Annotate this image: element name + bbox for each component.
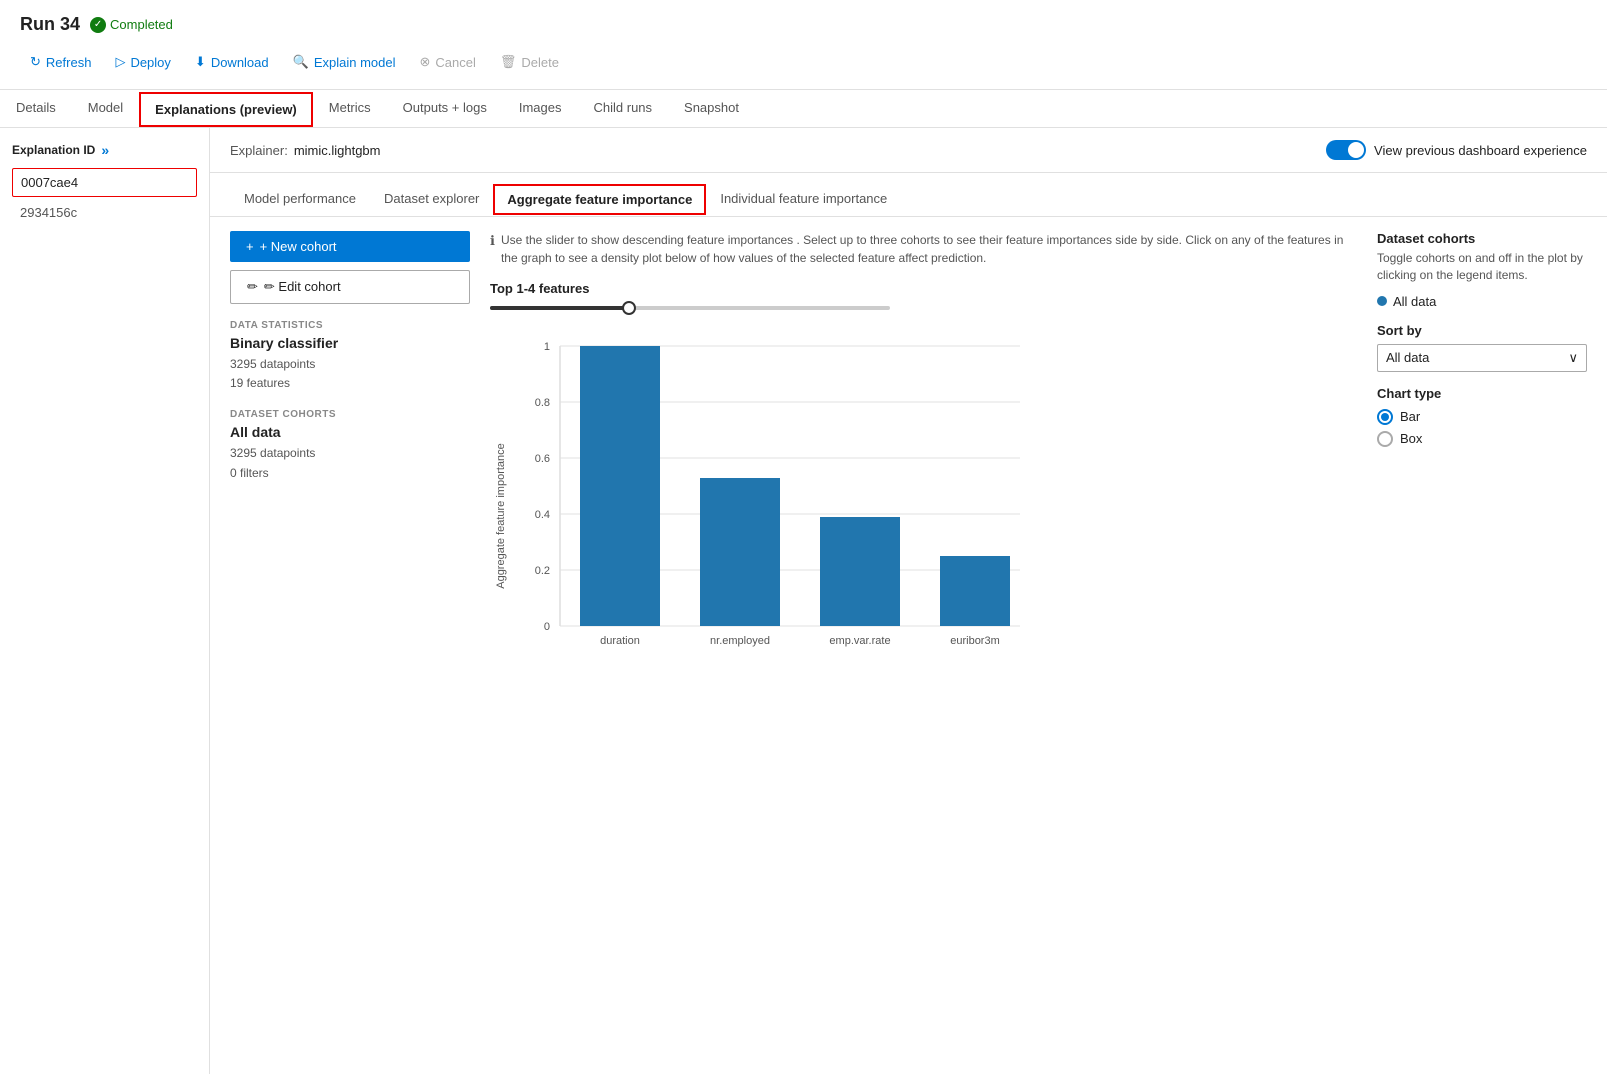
bar-euribor3m[interactable] xyxy=(940,556,1010,626)
slider-thumb[interactable] xyxy=(622,301,636,315)
right-cohorts-desc: Toggle cohorts on and off in the plot by… xyxy=(1377,250,1587,284)
radio-box-outer xyxy=(1377,431,1393,447)
tab-explanations[interactable]: Explanations (preview) xyxy=(139,92,313,127)
data-statistics: DATA STATISTICS Binary classifier 3295 d… xyxy=(230,320,470,393)
chart-area: + + New cohort ✏ ✏ Edit cohort DATA STAT… xyxy=(210,217,1607,703)
chart-type-label: Chart type xyxy=(1377,386,1587,401)
right-cohorts-title: Dataset cohorts xyxy=(1377,231,1587,246)
chart-type-box[interactable]: Box xyxy=(1377,431,1587,447)
explanation-item-selected[interactable]: 0007cae4 xyxy=(12,168,197,197)
svg-text:emp.var.rate: emp.var.rate xyxy=(829,635,890,647)
sort-section: Sort by All data ∨ xyxy=(1377,323,1587,372)
info-text: ℹ Use the slider to show descending feat… xyxy=(490,231,1347,267)
bar-chart[interactable]: Aggregate feature importance 0 0.2 0.4 0… xyxy=(490,326,1050,686)
tab-model[interactable]: Model xyxy=(72,90,139,127)
slider-fill xyxy=(490,306,630,310)
delete-button[interactable]: 🗑 Delete xyxy=(490,49,569,75)
bar-duration[interactable] xyxy=(580,346,660,626)
run-title: Run 34 xyxy=(20,14,80,35)
bar-empvarrate[interactable] xyxy=(820,517,900,626)
toolbar: ↻ Refresh ▷ Deploy ⬇ Download 🔍 Explain … xyxy=(20,45,1587,83)
explanation-item-2[interactable]: 2934156c xyxy=(12,199,197,226)
bar-nremployed[interactable] xyxy=(700,478,780,626)
slider-label: Top 1-4 features xyxy=(490,281,1347,296)
toggle-switch[interactable] xyxy=(1326,140,1366,160)
sort-by-select[interactable]: All data ∨ xyxy=(1377,344,1587,372)
analysis-tab-individual[interactable]: Individual feature importance xyxy=(706,183,901,216)
sort-by-value: All data xyxy=(1386,350,1429,365)
legend-dot xyxy=(1377,296,1387,306)
plus-icon: + xyxy=(246,239,254,254)
left-panel: Explanation ID » 0007cae4 2934156c xyxy=(0,128,210,1074)
svg-text:0: 0 xyxy=(544,621,550,633)
view-prev-toggle: View previous dashboard experience xyxy=(1326,140,1587,160)
explanation-id-header: Explanation ID » xyxy=(12,142,197,158)
tab-details[interactable]: Details xyxy=(0,90,72,127)
explainer-value: mimic.lightgbm xyxy=(294,143,381,158)
delete-icon: 🗑 xyxy=(500,54,517,70)
explain-icon: 🔍 xyxy=(293,54,309,70)
svg-text:0.8: 0.8 xyxy=(535,397,550,409)
analysis-tab-dataset-explorer[interactable]: Dataset explorer xyxy=(370,183,493,216)
status-badge: Completed xyxy=(90,17,173,33)
refresh-icon: ↻ xyxy=(30,54,41,70)
cohort-sidebar: + + New cohort ✏ ✏ Edit cohort DATA STAT… xyxy=(230,231,470,689)
chart-type-box-label: Box xyxy=(1400,431,1422,446)
chart-type-bar[interactable]: Bar xyxy=(1377,409,1587,425)
svg-text:0.2: 0.2 xyxy=(535,565,550,577)
cancel-icon: ⊗ xyxy=(419,54,430,70)
tab-snapshot[interactable]: Snapshot xyxy=(668,90,755,127)
sort-by-label: Sort by xyxy=(1377,323,1587,338)
refresh-button[interactable]: ↻ Refresh xyxy=(20,49,101,75)
cancel-button[interactable]: ⊗ Cancel xyxy=(409,49,485,75)
svg-text:0.6: 0.6 xyxy=(535,453,550,465)
explainer-bar: Explainer: mimic.lightgbm View previous … xyxy=(210,128,1607,173)
svg-text:1: 1 xyxy=(544,341,550,353)
svg-text:0.4: 0.4 xyxy=(535,509,550,521)
svg-text:nr.employed: nr.employed xyxy=(710,635,770,647)
info-icon: ℹ xyxy=(490,231,495,267)
tab-outputs-logs[interactable]: Outputs + logs xyxy=(387,90,503,127)
tab-metrics[interactable]: Metrics xyxy=(313,90,387,127)
explain-model-button[interactable]: 🔍 Explain model xyxy=(283,49,406,75)
new-cohort-button[interactable]: + + New cohort xyxy=(230,231,470,262)
slider-track[interactable] xyxy=(490,306,890,310)
tab-child-runs[interactable]: Child runs xyxy=(578,90,669,127)
legend-label: All data xyxy=(1393,294,1436,309)
chevron-down-icon: ∨ xyxy=(1568,350,1578,366)
chart-container: ℹ Use the slider to show descending feat… xyxy=(490,231,1347,689)
svg-text:Aggregate feature importance: Aggregate feature importance xyxy=(495,443,507,589)
legend-item-all-data[interactable]: All data xyxy=(1377,294,1587,309)
chart-type-bar-label: Bar xyxy=(1400,409,1420,424)
pencil-icon: ✏ xyxy=(247,279,258,295)
deploy-icon: ▷ xyxy=(115,54,125,70)
view-prev-label: View previous dashboard experience xyxy=(1374,143,1587,158)
expand-icon[interactable]: » xyxy=(101,142,109,158)
chart-type-section: Chart type Bar Box xyxy=(1377,386,1587,447)
slider-section: Top 1-4 features xyxy=(490,281,1347,310)
right-controls: Dataset cohorts Toggle cohorts on and of… xyxy=(1367,231,1587,689)
svg-text:duration: duration xyxy=(600,635,640,647)
tab-images[interactable]: Images xyxy=(503,90,578,127)
svg-text:euribor3m: euribor3m xyxy=(950,635,1000,647)
radio-bar-inner xyxy=(1381,413,1389,421)
deploy-button[interactable]: ▷ Deploy xyxy=(105,49,180,75)
analysis-tab-aggregate[interactable]: Aggregate feature importance xyxy=(493,184,706,215)
analysis-tab-model-performance[interactable]: Model performance xyxy=(230,183,370,216)
main-tabs: Details Model Explanations (preview) Met… xyxy=(0,90,1607,128)
check-icon xyxy=(90,17,106,33)
download-icon: ⬇ xyxy=(195,54,206,70)
right-panel: Explainer: mimic.lightgbm View previous … xyxy=(210,128,1607,1074)
analysis-tabs: Model performance Dataset explorer Aggre… xyxy=(210,173,1607,217)
download-button[interactable]: ⬇ Download xyxy=(185,49,279,75)
toggle-knob xyxy=(1348,142,1364,158)
dataset-cohorts-section: DATASET COHORTS All data 3295 datapoints… xyxy=(230,409,470,482)
radio-bar-outer xyxy=(1377,409,1393,425)
explainer-label: Explainer: xyxy=(230,143,288,158)
edit-cohort-button[interactable]: ✏ ✏ Edit cohort xyxy=(230,270,470,304)
